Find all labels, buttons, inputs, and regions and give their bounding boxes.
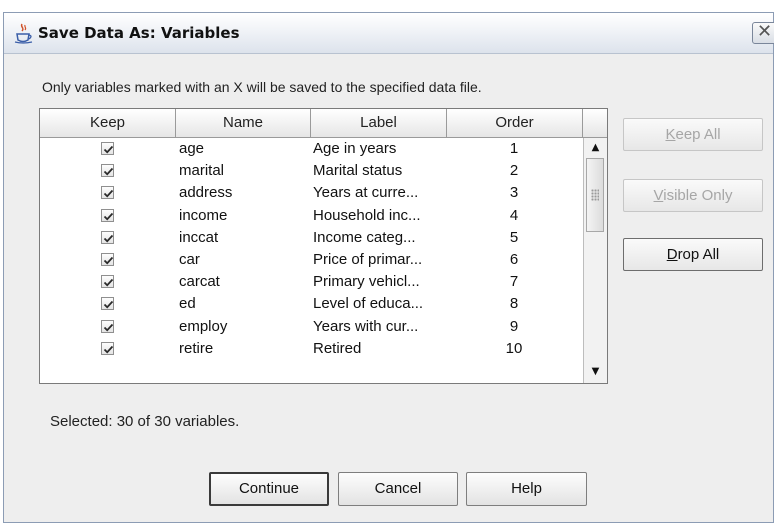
checkmark-icon	[103, 345, 114, 354]
variable-order-cell: 2	[509, 162, 519, 180]
keep-cell	[40, 160, 175, 182]
variable-name-cell: address	[179, 184, 233, 202]
variable-label-cell: Primary vehicl...	[313, 273, 420, 291]
variable-order-cell: 1	[509, 140, 519, 157]
keep-checkbox[interactable]	[101, 297, 114, 311]
keep-checkbox[interactable]	[101, 230, 114, 244]
close-button[interactable]: ✕	[752, 21, 774, 44]
variable-order-cell: 10	[505, 339, 523, 357]
variable-name-cell: car	[179, 250, 200, 268]
keep-checkbox[interactable]	[101, 341, 114, 355]
variables-table: Keep Name Label Order age Age in years 1 ma…	[39, 108, 608, 384]
checkmark-icon	[103, 301, 114, 309]
table-row[interactable]: employ Years with cur... 9	[40, 316, 583, 338]
vertical-scrollbar[interactable]: ▲ ▼	[583, 138, 607, 383]
selection-status: Selected: 30 of 30 variables.	[50, 413, 240, 430]
scroll-up-arrow-icon[interactable]: ▲	[586, 138, 605, 158]
keep-cell	[40, 249, 175, 271]
variable-order-cell: 4	[509, 206, 519, 224]
variable-label-cell: Household inc...	[313, 206, 421, 224]
variable-label-cell: Level of educa...	[313, 295, 424, 313]
variable-label-cell: Years at curre...	[313, 184, 419, 202]
table-row[interactable]: marital Marital status 2	[40, 160, 583, 182]
variable-order-cell: 6	[509, 250, 519, 268]
drop-all-button[interactable]: Drop All	[623, 238, 763, 271]
variable-order-cell: 3	[509, 184, 519, 202]
variable-name-cell: ed	[179, 295, 196, 313]
variable-order-cell: 5	[509, 228, 519, 246]
variable-name-cell: employ	[179, 317, 228, 335]
variable-name-cell: age	[179, 140, 205, 157]
scroll-down-arrow-icon[interactable]: ▼	[586, 362, 605, 382]
keep-checkbox[interactable]	[101, 164, 114, 178]
keep-cell	[40, 338, 175, 360]
checkmark-icon	[103, 190, 114, 198]
variable-label-cell: Age in years	[313, 140, 397, 157]
table-row[interactable]: income Household inc... 4	[40, 205, 583, 227]
table-header: Keep Name Label Order	[40, 109, 583, 138]
keep-cell	[40, 293, 175, 315]
keep-all-button[interactable]: Keep All	[623, 118, 763, 151]
keep-checkbox[interactable]	[101, 319, 114, 333]
scrollbar-thumb[interactable]	[586, 158, 604, 232]
table-row[interactable]: ed Level of educa... 8	[40, 293, 583, 315]
variable-label-cell: Retired	[313, 339, 362, 357]
grip-icon	[591, 189, 599, 201]
keep-checkbox[interactable]	[101, 186, 114, 200]
checkmark-icon	[103, 279, 114, 287]
table-row[interactable]: inccat Income categ... 5	[40, 227, 583, 249]
keep-checkbox[interactable]	[101, 142, 114, 155]
variable-label-cell: Price of primar...	[313, 250, 423, 268]
table-corner	[583, 109, 607, 138]
variable-name-cell: retire	[179, 339, 214, 357]
column-header-name[interactable]: Name	[176, 109, 311, 137]
variable-label-cell: Years with cur...	[313, 317, 419, 335]
keep-checkbox[interactable]	[101, 208, 114, 222]
checkmark-icon	[103, 256, 114, 265]
continue-button[interactable]: Continue	[209, 472, 329, 506]
visible-only-button[interactable]: Visible Only	[623, 179, 763, 212]
column-header-keep[interactable]: Keep	[40, 109, 176, 137]
checkmark-icon	[103, 145, 114, 154]
keep-cell	[40, 182, 175, 204]
help-button[interactable]: Help	[466, 472, 587, 506]
table-body: age Age in years 1 marital Marital status 2 ad…	[40, 138, 583, 360]
variable-name-cell: carcat	[179, 273, 220, 291]
variable-order-cell: 9	[509, 317, 519, 335]
variable-label-cell: Marital status	[313, 162, 403, 180]
checkmark-icon	[103, 168, 114, 176]
variable-name-cell: income	[179, 206, 228, 224]
title-bar[interactable]: Save Data As: Variables ✕	[4, 13, 774, 54]
keep-cell	[40, 316, 175, 338]
variable-name-cell: marital	[179, 162, 225, 180]
java-cup-icon	[14, 22, 34, 44]
close-icon: ✕	[757, 21, 773, 42]
dialog-title: Save Data As: Variables	[38, 24, 240, 42]
keep-cell	[40, 227, 175, 249]
variable-label-cell: Income categ...	[313, 228, 416, 246]
keep-checkbox[interactable]	[101, 275, 114, 289]
table-row[interactable]: retire Retired 10	[40, 338, 583, 360]
checkmark-icon	[103, 212, 114, 221]
table-row[interactable]: address Years at curre... 3	[40, 182, 583, 204]
keep-cell	[40, 271, 175, 293]
table-row[interactable]: car Price of primar... 6	[40, 249, 583, 271]
instructions-text: Only variables marked with an X will be …	[42, 79, 482, 95]
variable-order-cell: 7	[509, 273, 519, 291]
checkmark-icon	[103, 323, 114, 331]
keep-checkbox[interactable]	[101, 252, 114, 266]
column-header-order[interactable]: Order	[447, 109, 583, 137]
cancel-button[interactable]: Cancel	[338, 472, 458, 506]
keep-cell	[40, 138, 175, 160]
table-row[interactable]: carcat Primary vehicl... 7	[40, 271, 583, 293]
variable-order-cell: 8	[509, 295, 519, 313]
checkmark-icon	[103, 234, 114, 243]
table-row[interactable]: age Age in years 1	[40, 138, 583, 160]
variable-name-cell: inccat	[179, 228, 219, 246]
keep-cell	[40, 205, 175, 227]
column-header-label[interactable]: Label	[311, 109, 447, 137]
